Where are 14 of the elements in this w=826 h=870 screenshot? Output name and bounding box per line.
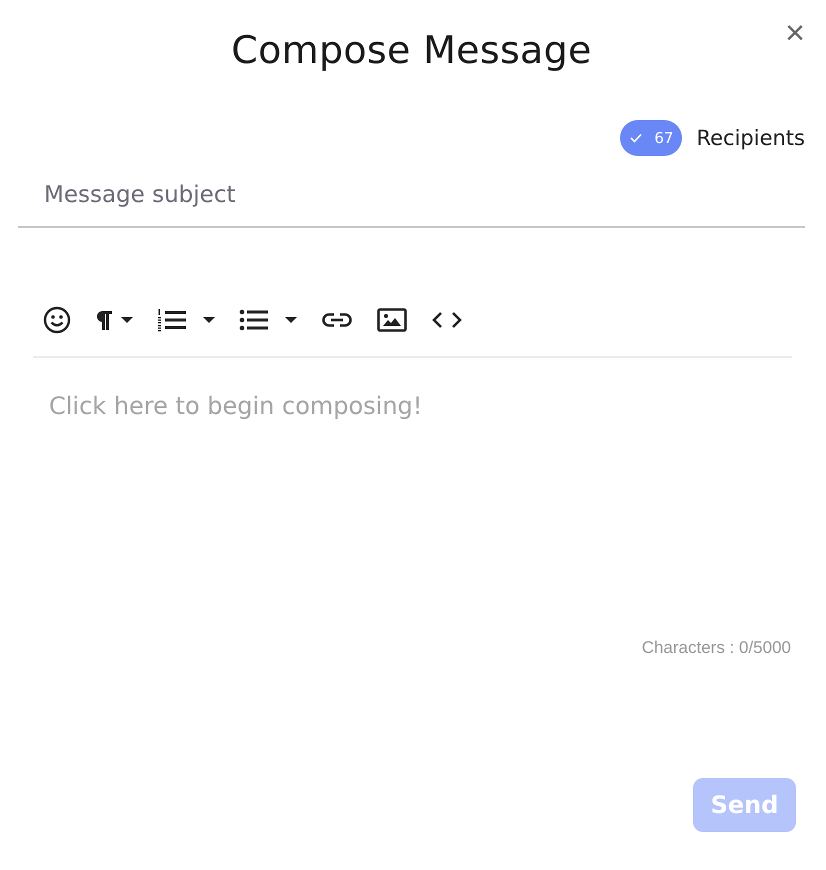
pilcrow-icon — [95, 309, 113, 331]
message-editor[interactable]: Click here to begin composing! — [33, 358, 792, 628]
numbered-list-icon — [157, 308, 187, 332]
smiley-icon — [43, 306, 71, 334]
dialog-title: Compose Message — [231, 28, 592, 72]
character-counter: Characters : 0/5000 — [642, 638, 791, 658]
editor-placeholder: Click here to begin composing! — [49, 392, 424, 420]
code-icon — [431, 311, 463, 329]
image-icon — [377, 308, 407, 332]
recipients-label: Recipients — [696, 126, 805, 150]
bullet-list-icon — [239, 309, 269, 331]
close-button[interactable]: × — [781, 16, 809, 50]
link-icon — [321, 312, 353, 328]
recipient-count-badge[interactable]: 67 — [620, 120, 682, 156]
